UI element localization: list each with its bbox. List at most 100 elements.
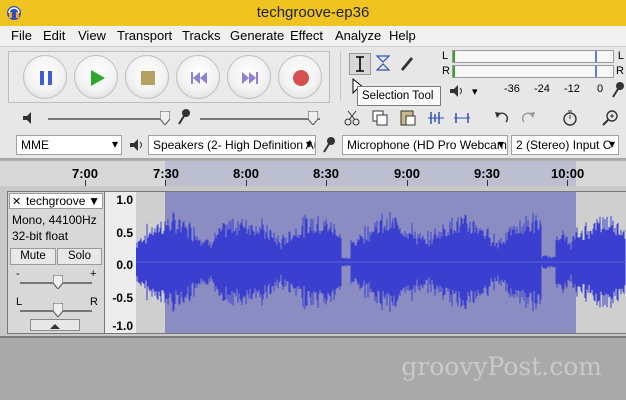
playback-meter[interactable]: L L R R: [440, 49, 626, 85]
zoom-in-icon[interactable]: [600, 108, 620, 128]
audio-host-select[interactable]: MME: [16, 135, 122, 155]
i-beam-icon: [356, 56, 364, 72]
redo-icon[interactable]: [518, 108, 538, 128]
waveform-display[interactable]: [136, 191, 626, 334]
pencil-icon: [401, 57, 413, 71]
pan-thumb[interactable]: [53, 303, 63, 317]
meter-right-label-right: R: [616, 65, 624, 77]
output-volume-icon: [23, 112, 31, 124]
pause-button[interactable]: [23, 55, 67, 99]
play-button[interactable]: [74, 55, 118, 99]
title-bar: techgroove-ep36: [0, 0, 626, 26]
timeline-ruler[interactable]: 7:00 7:30 8:00 8:30 9:00 9:30 10:00: [0, 160, 626, 187]
window-title: techgroove-ep36: [256, 4, 370, 21]
amplitude-ruler: 1.0 0.5 0.0 -0.5 -1.0: [105, 191, 136, 334]
amplitude-label: 0.5: [116, 226, 133, 240]
transport-toolbar: [8, 51, 330, 103]
stop-icon: [141, 71, 155, 85]
speaker-icon: [130, 139, 142, 151]
track-control-panel: ✕ techgroove ▼ Mono, 44100Hz 32-bit floa…: [7, 191, 105, 334]
input-device-select[interactable]: Microphone (HD Pro Webcam C: [342, 135, 508, 155]
ruler-selection: [165, 161, 576, 187]
close-icon[interactable]: ✕: [12, 195, 21, 208]
ruler-label: 8:00: [233, 166, 260, 181]
meter-left-bar: [452, 50, 614, 63]
amplitude-label: 0.0: [116, 258, 133, 272]
microphone-icon[interactable]: [610, 81, 626, 99]
meter-left-label-right: L: [617, 50, 624, 62]
stop-button[interactable]: [125, 55, 169, 99]
meter-right-label: R: [442, 65, 450, 77]
scale-tick: -12: [564, 83, 580, 95]
scale-tick: -36: [504, 83, 520, 95]
pan-right-label: R: [90, 296, 98, 308]
ruler-label: 10:00: [551, 166, 585, 181]
waveform: [136, 212, 626, 312]
meter-right-bar: [452, 65, 614, 78]
scale-tick: -24: [534, 83, 550, 95]
menu-view[interactable]: View: [78, 28, 106, 43]
input-volume-icon: [178, 109, 190, 125]
skip-end-icon: [242, 72, 258, 84]
envelope-icon: [375, 55, 391, 71]
menu-file[interactable]: File: [11, 28, 32, 43]
ruler-label: 9:30: [474, 166, 501, 181]
menu-edit[interactable]: Edit: [43, 28, 65, 43]
toolbar-area: L L R R ▾ -36 -24 -12 0 MME Speakers (: [0, 46, 626, 158]
ruler-label: 9:00: [394, 166, 421, 181]
dropdown-arrow-icon[interactable]: ▼: [88, 194, 100, 208]
output-volume-thumb[interactable]: [160, 111, 170, 125]
skip-to-end-button[interactable]: [227, 55, 271, 99]
menu-transport[interactable]: Transport: [117, 28, 172, 43]
speaker-icon[interactable]: [448, 83, 470, 99]
envelope-tool-button[interactable]: [373, 53, 395, 75]
output-device-select[interactable]: Speakers (2- High Definition Au: [148, 135, 316, 155]
input-volume-thumb[interactable]: [308, 111, 318, 125]
output-volume-slider[interactable]: [48, 118, 168, 120]
undo-icon[interactable]: [492, 108, 512, 128]
play-icon: [91, 70, 105, 86]
track-format-info: Mono, 44100Hz: [12, 213, 97, 227]
paste-icon[interactable]: [398, 108, 418, 128]
sync-lock-icon[interactable]: [560, 108, 580, 128]
amplitude-label: -0.5: [112, 291, 133, 305]
microphone-icon: [323, 137, 335, 153]
tooltip: Selection Tool: [357, 86, 441, 106]
ruler-label: 7:00: [72, 166, 99, 181]
draw-tool-button[interactable]: [397, 53, 419, 75]
skip-to-start-button[interactable]: [176, 55, 220, 99]
meter-left-label: L: [442, 50, 449, 62]
device-toolbar: MME Speakers (2- High Definition Au Micr…: [0, 133, 626, 157]
input-volume-slider[interactable]: [200, 118, 320, 120]
mixer-toolbar: [0, 105, 626, 131]
record-button[interactable]: [278, 55, 322, 99]
record-icon: [293, 70, 309, 86]
watermark: groovyPost.com: [401, 352, 602, 381]
collapse-track-button[interactable]: [30, 319, 80, 331]
input-channels-select[interactable]: 2 (Stereo) Input C: [511, 135, 619, 155]
menu-generate[interactable]: Generate: [230, 28, 284, 43]
solo-button[interactable]: Solo: [57, 248, 102, 265]
silence-icon[interactable]: [452, 108, 472, 128]
track-name-button[interactable]: ✕ techgroove ▼: [9, 193, 103, 209]
mute-button[interactable]: Mute: [10, 248, 56, 265]
meter-scale: ▾ -36 -24 -12 0: [448, 81, 626, 101]
meter-dropdown-icon[interactable]: ▾: [472, 85, 478, 98]
ruler-label: 7:30: [153, 166, 180, 181]
amplitude-label: 1.0: [116, 193, 133, 207]
track-name: techgroove: [26, 194, 86, 208]
empty-track-area: groovyPost.com: [0, 336, 626, 400]
gain-plus-label: +: [90, 268, 97, 280]
skip-start-icon: [191, 72, 207, 84]
menu-analyze[interactable]: Analyze: [335, 28, 381, 43]
track-bitdepth-info: 32-bit float: [12, 229, 69, 243]
trim-icon[interactable]: [426, 108, 446, 128]
copy-icon[interactable]: [370, 108, 390, 128]
menu-help[interactable]: Help: [389, 28, 416, 43]
menu-tracks[interactable]: Tracks: [182, 28, 221, 43]
gain-thumb[interactable]: [53, 275, 63, 289]
selection-tool-button[interactable]: [349, 53, 371, 75]
menu-effect[interactable]: Effect: [290, 28, 323, 43]
cut-icon[interactable]: [342, 108, 362, 128]
collapse-icon: [50, 324, 60, 329]
